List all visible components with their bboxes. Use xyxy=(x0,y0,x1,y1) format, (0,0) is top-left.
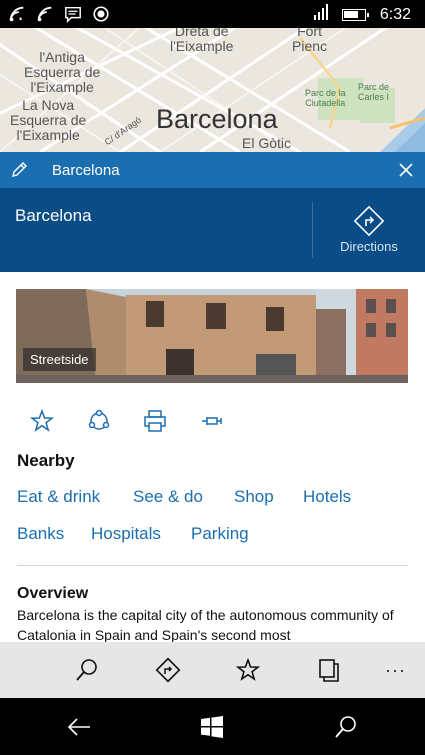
battery-icon xyxy=(341,8,369,21)
back-icon[interactable] xyxy=(66,714,92,740)
directions-label: Directions xyxy=(340,239,398,254)
map-label-dreta: Dreta de l'Eixample xyxy=(170,28,234,54)
streetside-image[interactable]: Streetside xyxy=(16,289,408,383)
status-icons xyxy=(8,5,110,28)
wifi-calling-icon xyxy=(8,5,26,28)
action-row xyxy=(0,405,425,439)
more-icon[interactable]: ··· xyxy=(385,660,406,681)
place-header: Barcelona Directions xyxy=(0,188,425,272)
place-name: Barcelona xyxy=(15,206,92,225)
map-label-fort-pienc: Fort Pienc xyxy=(292,28,328,54)
map-label-antiga: l'Antiga Esquerra de l'Eixample xyxy=(24,49,101,95)
nearby-link-shop[interactable]: Shop xyxy=(234,487,274,507)
navigation-bar xyxy=(0,698,425,755)
directions-button[interactable]: Directions xyxy=(313,188,425,272)
map-views-icon[interactable] xyxy=(316,657,342,683)
nearby-link-parking[interactable]: Parking xyxy=(191,524,249,544)
record-icon xyxy=(92,5,110,28)
pin-icon[interactable] xyxy=(199,408,225,434)
map-label-city: Barcelona xyxy=(156,104,278,134)
search-icon[interactable] xyxy=(333,714,359,740)
overview-text: Barcelona is the capital city of the aut… xyxy=(17,607,394,643)
favorites-icon[interactable] xyxy=(235,657,261,683)
status-time: 6:32 xyxy=(379,5,411,23)
map[interactable]: Dreta de l'Eixample Fort Pienc l'Antiga Esq… xyxy=(0,28,425,152)
nearby-link-eat-drink[interactable]: Eat & drink xyxy=(17,487,100,507)
map-label-parc-carles: Parc de Carles I xyxy=(358,82,390,102)
overview-heading: Overview xyxy=(17,585,89,602)
signal-icon xyxy=(313,4,328,25)
result-title[interactable]: Barcelona xyxy=(52,162,120,179)
search-icon[interactable] xyxy=(74,657,100,683)
share-icon[interactable] xyxy=(86,408,112,434)
nearby-link-hotels[interactable]: Hotels xyxy=(303,487,351,507)
nearby-heading: Nearby xyxy=(17,451,75,470)
nearby-link-hospitals[interactable]: Hospitals xyxy=(91,524,161,544)
message-icon xyxy=(64,5,82,28)
streetside-label: Streetside xyxy=(23,348,96,371)
map-label-parc-ciutadella: Parc de la Ciutadella xyxy=(305,88,346,108)
nearby-link-banks[interactable]: Banks xyxy=(17,524,64,544)
search-result-bar: Barcelona xyxy=(0,152,425,188)
close-icon[interactable] xyxy=(397,161,415,179)
wifi-icon xyxy=(36,5,54,28)
status-right: 6:32 xyxy=(313,4,411,25)
directions-icon[interactable] xyxy=(155,657,181,683)
nearby-link-see-do[interactable]: See & do xyxy=(133,487,203,507)
directions-icon xyxy=(353,205,385,237)
section-divider xyxy=(17,565,408,566)
map-label-nova: La Nova Esquerra de l'Eixample xyxy=(10,97,87,143)
favorite-icon[interactable] xyxy=(29,408,55,434)
app-bar: ··· xyxy=(0,642,425,698)
pencil-icon[interactable] xyxy=(10,161,28,179)
windows-icon[interactable] xyxy=(199,714,225,740)
map-label-gotic: El Gòtic xyxy=(242,135,292,151)
status-bar: 6:32 xyxy=(0,0,425,28)
print-icon[interactable] xyxy=(142,408,168,434)
